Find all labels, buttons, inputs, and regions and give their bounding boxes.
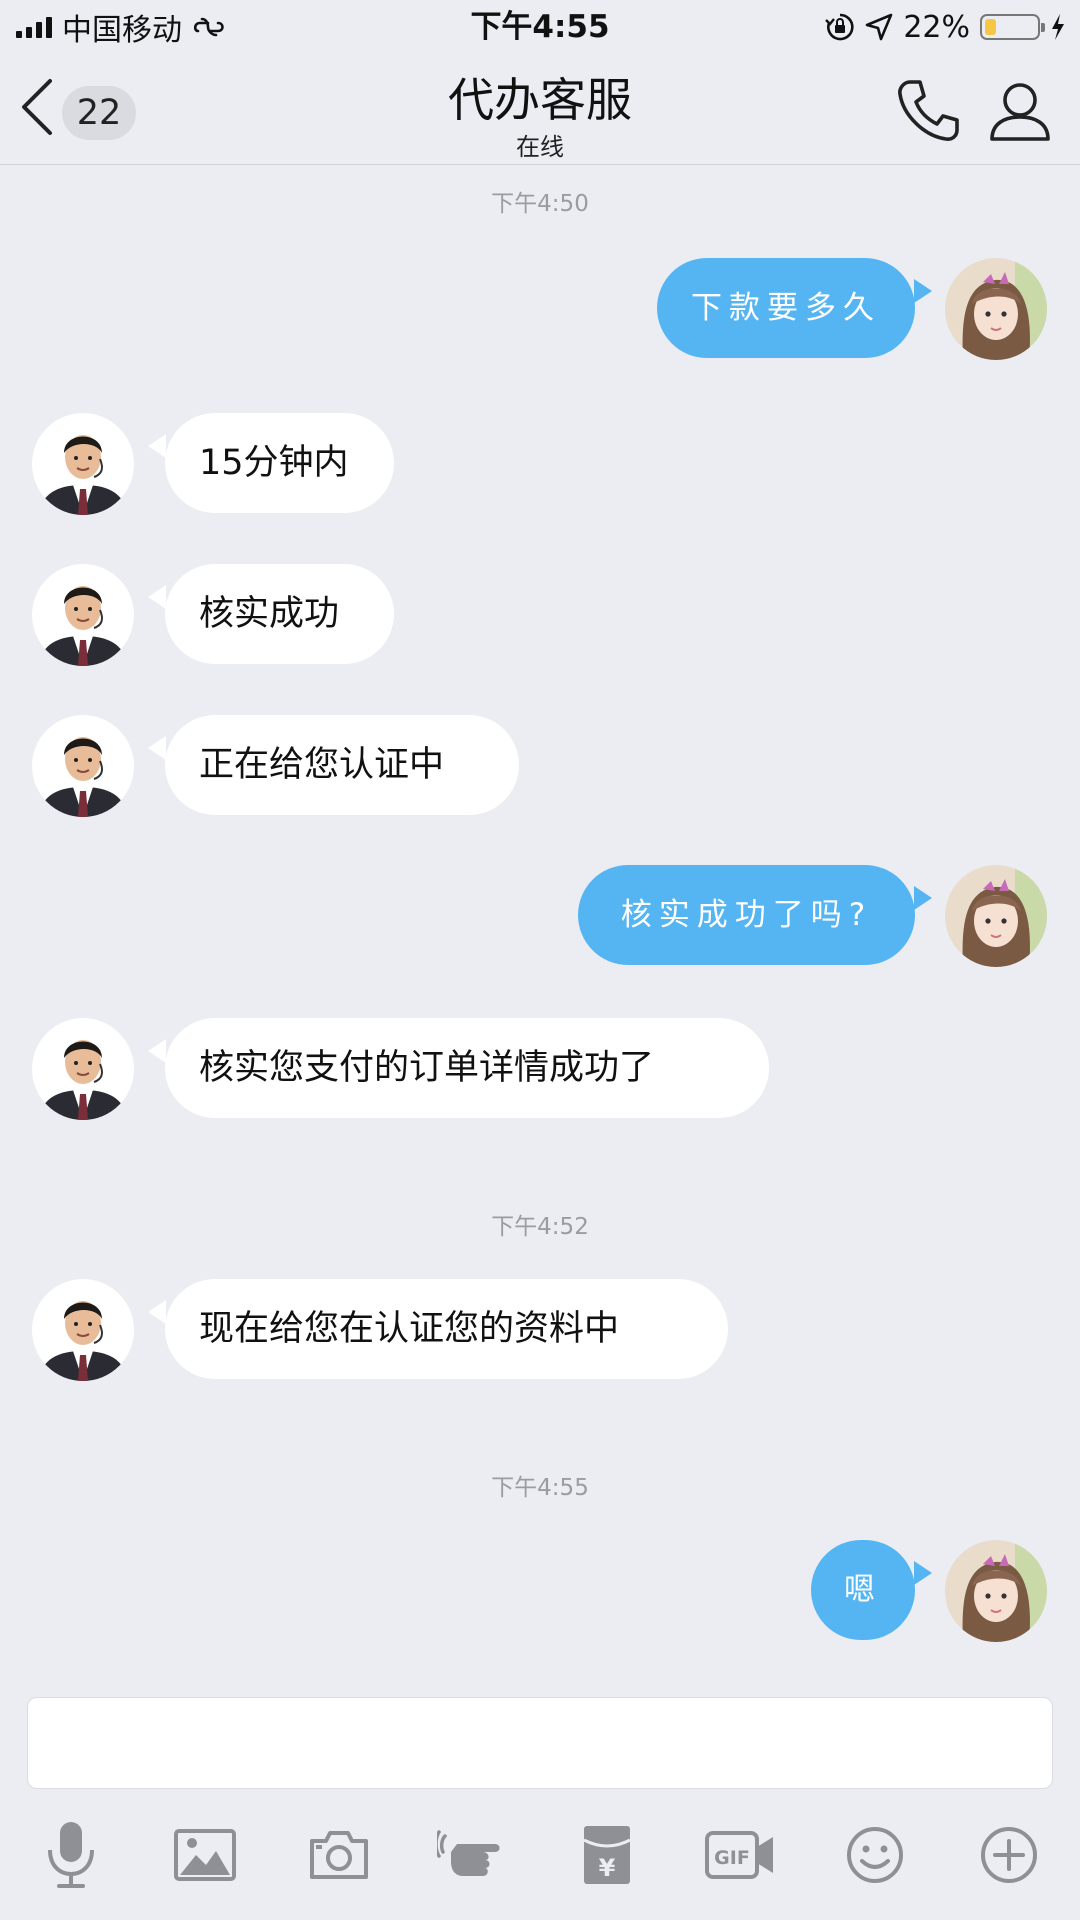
poke-icon[interactable]	[437, 1815, 509, 1895]
my-avatar[interactable]	[945, 258, 1047, 360]
outgoing-message[interactable]: 嗯	[811, 1540, 915, 1640]
agent-avatar[interactable]	[32, 413, 134, 515]
gif-icon[interactable]: GIF	[705, 1815, 777, 1895]
battery-fill	[985, 19, 996, 35]
message-input[interactable]	[27, 1697, 1053, 1789]
status-bar: 中国移动 下午4:55 22%	[0, 0, 1080, 52]
incoming-message[interactable]: 核实您支付的订单详情成功了	[165, 1018, 769, 1118]
chat-header: 22 代办客服 在线	[0, 52, 1080, 165]
gif-label: GIF	[714, 1847, 750, 1869]
message-timestamp: 下午4:52	[491, 1214, 589, 1240]
yuan-symbol: ¥	[599, 1854, 616, 1882]
incoming-message[interactable]: 15分钟内	[165, 413, 394, 513]
status-right: 22%	[825, 6, 1066, 48]
emoji-icon[interactable]	[839, 1815, 911, 1895]
agent-avatar[interactable]	[32, 1279, 134, 1381]
incoming-message[interactable]: 核实成功	[165, 564, 394, 664]
charging-icon	[1052, 14, 1064, 40]
location-icon	[866, 13, 893, 41]
rotation-lock-icon	[825, 13, 854, 41]
agent-avatar[interactable]	[32, 564, 134, 666]
phone-call-button[interactable]	[896, 78, 960, 144]
my-avatar[interactable]	[945, 865, 1047, 967]
message-list[interactable]: 下午4:50 下款要多久 15分钟内 核实成功 正在给您认证中 核实成功了吗? …	[0, 165, 1080, 1680]
input-toolbar: ¥ GIF	[0, 1815, 1080, 1895]
outgoing-message[interactable]: 下款要多久	[657, 258, 915, 358]
agent-avatar[interactable]	[32, 715, 134, 817]
my-avatar[interactable]	[945, 1540, 1047, 1642]
image-icon[interactable]	[169, 1815, 241, 1895]
message-timestamp: 下午4:55	[491, 1475, 589, 1501]
battery-percent: 22%	[903, 9, 970, 45]
agent-avatar[interactable]	[32, 1018, 134, 1120]
battery-icon	[980, 14, 1045, 40]
message-timestamp: 下午4:50	[491, 191, 589, 217]
microphone-icon[interactable]	[35, 1815, 107, 1895]
plus-icon[interactable]	[973, 1815, 1045, 1895]
profile-button[interactable]	[989, 80, 1051, 142]
incoming-message[interactable]: 正在给您认证中	[165, 715, 519, 815]
outgoing-message[interactable]: 核实成功了吗?	[578, 865, 915, 965]
red-packet-icon[interactable]: ¥	[571, 1815, 643, 1895]
camera-icon[interactable]	[303, 1815, 375, 1895]
incoming-message[interactable]: 现在给您在认证您的资料中	[165, 1279, 728, 1379]
